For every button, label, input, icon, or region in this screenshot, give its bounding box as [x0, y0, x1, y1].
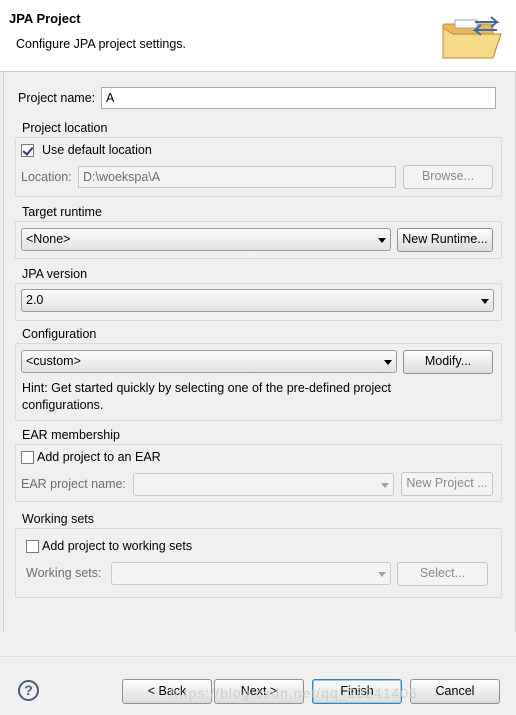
select-working-sets-button[interactable]: Select...	[397, 562, 488, 586]
add-to-working-sets-label: Add project to working sets	[42, 539, 193, 553]
chevron-down-icon	[378, 572, 386, 577]
target-runtime-value: <None>	[26, 232, 71, 246]
ear-project-name-label: EAR project name:	[21, 477, 126, 491]
project-name-input[interactable]: A	[101, 87, 496, 109]
chevron-down-icon	[378, 238, 386, 243]
use-default-location-label: Use default location	[42, 143, 152, 157]
target-runtime-select[interactable]: <None>	[21, 228, 391, 251]
new-runtime-button[interactable]: New Runtime...	[397, 228, 493, 252]
folder-jpa-icon	[442, 16, 502, 59]
add-to-working-sets-checkbox[interactable]	[26, 540, 39, 553]
jpa-version-group-label: JPA version	[22, 267, 88, 281]
add-to-ear-label: Add project to an EAR	[37, 450, 161, 464]
target-runtime-group-label: Target runtime	[22, 205, 102, 219]
chevron-down-icon	[384, 360, 392, 365]
configuration-hint: Hint: Get started quickly by selecting o…	[22, 381, 391, 412]
help-question-icon[interactable]: ?	[18, 680, 39, 701]
configuration-select[interactable]: <custom>	[21, 350, 397, 373]
cancel-button[interactable]: Cancel	[410, 679, 500, 704]
use-default-location-checkbox[interactable]	[21, 144, 34, 157]
browse-button[interactable]: Browse...	[403, 165, 493, 189]
add-to-ear-checkbox[interactable]	[21, 451, 34, 464]
modify-button[interactable]: Modify...	[403, 350, 493, 374]
wizard-header: JPA Project Configure JPA project settin…	[0, 0, 516, 72]
new-ear-project-button[interactable]: New Project ...	[401, 472, 493, 496]
watermark-text: https://blog.csdn.net/qq_28241405	[170, 685, 418, 701]
jpa-version-select[interactable]: 2.0	[21, 289, 494, 312]
project-location-group-label: Project location	[22, 121, 108, 135]
working-sets-select[interactable]	[111, 562, 391, 585]
wizard-title: JPA Project	[9, 11, 81, 26]
wizard-description: Configure JPA project settings.	[16, 37, 186, 51]
location-input[interactable]: D:\woekspa\A	[78, 166, 396, 188]
chevron-down-icon	[481, 299, 489, 304]
configuration-value: <custom>	[26, 354, 81, 368]
footer-separator	[0, 656, 516, 657]
working-sets-group-label: Working sets	[22, 512, 95, 526]
location-label: Location:	[21, 170, 72, 184]
project-name-label: Project name:	[18, 91, 96, 105]
configuration-group-label: Configuration	[22, 327, 97, 341]
working-sets-label: Working sets:	[26, 566, 102, 580]
ear-project-name-select[interactable]	[133, 473, 394, 496]
jpa-version-value: 2.0	[26, 293, 44, 307]
ear-membership-group-label: EAR membership	[22, 428, 120, 442]
chevron-down-icon	[381, 483, 389, 488]
